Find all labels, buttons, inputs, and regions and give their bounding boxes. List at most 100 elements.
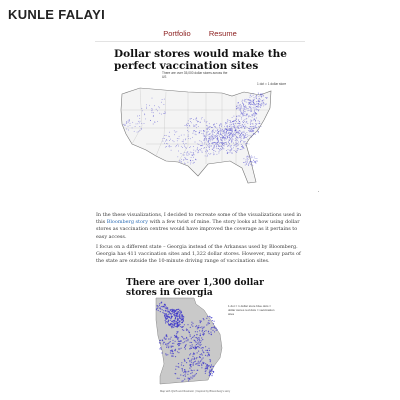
us-dot (164, 113, 166, 114)
us-dot (228, 134, 230, 136)
us-dot (216, 139, 218, 141)
ga-dot (177, 340, 179, 342)
us-dot (242, 115, 244, 117)
us-dot (168, 135, 170, 137)
us-dot (203, 143, 205, 145)
us-dot (207, 154, 209, 156)
us-dot (152, 116, 154, 117)
us-dot (192, 152, 194, 154)
ga-dot (187, 377, 189, 379)
us-dot (226, 137, 228, 139)
nav-resume-link[interactable]: Resume (209, 29, 237, 38)
us-dot (255, 103, 257, 105)
ga-dot (191, 344, 193, 346)
us-dot (223, 143, 225, 145)
us-dot (240, 139, 242, 141)
us-dot (256, 106, 258, 108)
us-dot (237, 126, 239, 128)
ga-dot (168, 345, 170, 347)
us-dot (243, 104, 245, 106)
bloomberg-story-link[interactable]: Bloomberg story (107, 219, 148, 225)
ga-dot (171, 324, 173, 326)
us-dot (259, 104, 261, 106)
us-dot (240, 126, 241, 128)
us-dot (255, 120, 257, 122)
us-dot (250, 104, 251, 106)
us-dot (201, 142, 203, 144)
us-dot (203, 130, 205, 132)
ga-dot (182, 342, 184, 344)
us-dot (245, 125, 247, 127)
us-dot (242, 110, 244, 112)
ga-dot (180, 312, 183, 314)
us-dot (190, 161, 192, 163)
us-dot (248, 104, 250, 106)
figure1-subtitle: There are over 35,000 dollar stores acro… (162, 71, 228, 79)
us-dot (194, 130, 195, 131)
us-dot (249, 115, 251, 117)
us-dot (233, 150, 235, 151)
us-dot (243, 112, 244, 114)
us-dot (200, 149, 202, 151)
us-dot (242, 102, 243, 104)
us-dot (231, 148, 233, 150)
us-dot (208, 136, 210, 138)
us-dot (245, 144, 247, 146)
us-dot (192, 136, 193, 138)
us-dot (224, 135, 225, 137)
us-dot (229, 127, 231, 129)
us-dot (209, 133, 211, 135)
ga-dot (168, 324, 170, 326)
ga-dot (194, 345, 196, 347)
us-dot (185, 157, 186, 159)
us-dot (217, 144, 219, 146)
us-dot (194, 133, 196, 135)
ga-dot (201, 330, 203, 332)
us-dot (238, 128, 240, 130)
us-dot (193, 154, 195, 156)
ga-dot (209, 359, 212, 361)
us-dot (263, 99, 265, 101)
us-dot (251, 164, 253, 166)
us-dot (245, 163, 247, 165)
site-title[interactable]: KUNLE FALAYI (8, 7, 105, 22)
ga-dot (168, 347, 170, 349)
nav-portfolio-link[interactable]: Portfolio (163, 29, 191, 38)
ga-dot (182, 317, 184, 319)
ga-dot (199, 340, 201, 342)
us-dot (257, 131, 259, 132)
us-dot (229, 135, 231, 137)
us-dot (141, 122, 143, 124)
us-dot (214, 132, 215, 133)
us-dot (226, 132, 228, 134)
us-dot (214, 137, 216, 139)
us-dot (217, 145, 219, 147)
us-dot (233, 142, 235, 144)
us-dot (220, 142, 222, 144)
ga-dot (201, 367, 203, 369)
ga-dot (170, 346, 172, 348)
us-dot (239, 135, 240, 136)
us-dot (255, 123, 257, 125)
ga-dot (185, 344, 187, 346)
us-dot (256, 101, 258, 103)
ga-dot (171, 342, 174, 344)
us-dot (239, 148, 241, 150)
us-dot (242, 107, 244, 109)
us-dot (207, 128, 209, 130)
ga-dot (159, 348, 161, 350)
us-dot (255, 104, 257, 106)
us-dot (250, 108, 252, 110)
us-dot (246, 142, 248, 144)
us-dot (230, 132, 232, 134)
ga-dot (188, 380, 190, 382)
us-dot (199, 145, 201, 147)
us-dot (255, 160, 257, 162)
ga-dot (208, 365, 210, 367)
us-dot (235, 142, 237, 144)
ga-dot (212, 329, 214, 331)
ga-dot (156, 305, 158, 307)
ga-dot (188, 332, 190, 334)
ga-dot (198, 337, 200, 339)
ga-dot (183, 329, 185, 331)
